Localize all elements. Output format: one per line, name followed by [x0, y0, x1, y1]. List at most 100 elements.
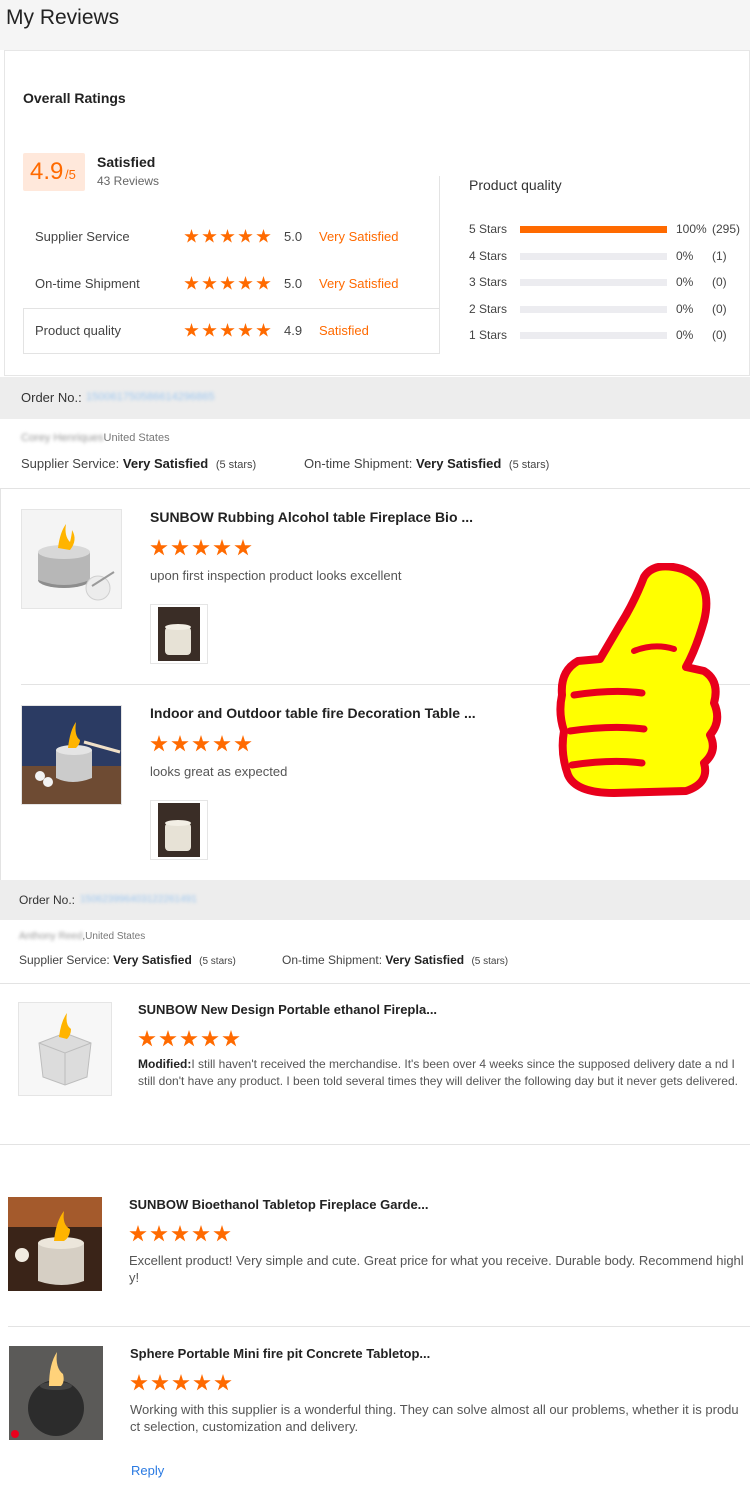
- rating-score: 4.9: [284, 323, 303, 338]
- star-icon: [150, 539, 168, 556]
- quality-row-percent: 0%: [676, 248, 694, 263]
- product-title[interactable]: Indoor and Outdoor table fire Decoration…: [150, 705, 476, 721]
- product-stars: [130, 1374, 232, 1392]
- product-image[interactable]: [9, 1346, 103, 1440]
- reviewer-country: United States: [103, 432, 170, 444]
- star-icon: [192, 735, 210, 752]
- thumbs-up-icon: [556, 563, 722, 797]
- star-icon: [220, 323, 235, 337]
- order-shipment-summary: On-time Shipment: Very Satisfied (5 star…: [304, 456, 549, 471]
- star-icon: [180, 1030, 198, 1047]
- star-icon: [220, 229, 235, 243]
- quality-bar: [520, 279, 667, 286]
- review-text: Excellent product! Very simple and cute.…: [129, 1253, 744, 1285]
- star-icon: [256, 229, 271, 243]
- supplier-value: Very Satisfied: [113, 953, 192, 967]
- quality-heading: Product quality: [469, 177, 562, 193]
- quality-row-label: 5 Stars: [469, 222, 508, 236]
- product-title[interactable]: Sphere Portable Mini fire pit Concrete T…: [130, 1346, 430, 1361]
- quality-row: 1 Stars 0% (0): [469, 328, 747, 344]
- review-text: looks great as expected: [150, 764, 288, 779]
- product-stars: [138, 1030, 240, 1048]
- star-icon: [192, 1225, 210, 1242]
- rating-label: On-time Shipment: [35, 276, 140, 291]
- rating-row-quality[interactable]: Product quality 4.9 Satisfied: [35, 322, 435, 342]
- divider: [8, 1326, 750, 1327]
- star-icon: [202, 229, 217, 243]
- supplier-stars: (5 stars): [199, 956, 236, 967]
- star-icon: [138, 1030, 156, 1047]
- quality-row-label: 2 Stars: [469, 301, 508, 316]
- quality-bar: [520, 226, 667, 233]
- photo-image-icon: [158, 803, 200, 857]
- rating-row-supplier: Supplier Service 5.0 Very Satisfied: [35, 228, 435, 248]
- product-image[interactable]: [21, 705, 122, 805]
- overall-verdict: Satisfied: [97, 154, 156, 170]
- star-icon: [202, 276, 217, 290]
- star-icon: [238, 323, 253, 337]
- shipment-value: Very Satisfied: [416, 456, 502, 471]
- quality-row: 2 Stars 0% (0): [469, 302, 747, 318]
- star-icon: [171, 1225, 189, 1242]
- supplier-stars: (5 stars): [215, 459, 257, 471]
- quality-row-percent: 0%: [676, 301, 694, 316]
- star-icon: [192, 539, 210, 556]
- fireplace-image-icon: [8, 1197, 102, 1291]
- star-icon: [256, 323, 271, 337]
- order-label: Order No.:: [21, 390, 82, 405]
- star-icon: [151, 1374, 169, 1391]
- star-icon: [150, 1225, 168, 1242]
- order-service-summary: Supplier Service: Very Satisfied (5 star…: [19, 953, 236, 967]
- quality-row-label: 4 Stars: [469, 248, 508, 263]
- star-icon: [129, 1225, 147, 1242]
- rating-stars: [184, 323, 271, 338]
- order-number[interactable]: 150623996403122261491: [80, 894, 197, 905]
- review-text: Working with this supplier is a wonderfu…: [130, 1402, 739, 1434]
- quality-bar-fill: [520, 226, 667, 233]
- star-icon: [184, 276, 199, 290]
- product-image[interactable]: [18, 1002, 112, 1096]
- rating-stars: [184, 276, 271, 291]
- page-title: My Reviews: [6, 6, 120, 29]
- rating-row-shipment: On-time Shipment 5.0 Very Satisfied: [35, 275, 435, 295]
- review-photo[interactable]: [150, 604, 208, 664]
- photo-image-icon: [158, 607, 200, 661]
- quality-row-count: (295): [712, 222, 741, 236]
- quality-row-percent: 0%: [676, 328, 694, 342]
- review-photo[interactable]: [150, 800, 208, 860]
- reviewer-name: Anthony Reed: [19, 931, 83, 942]
- reply-link[interactable]: Reply: [131, 1463, 164, 1478]
- rating-verdict: Very Satisfied: [319, 229, 399, 244]
- star-icon: [150, 735, 168, 752]
- star-icon: [184, 323, 199, 337]
- order-number[interactable]: 150061750586614296865: [86, 391, 214, 403]
- quality-row: 5 Stars 100% (295): [469, 222, 747, 238]
- modified-label: Modified:: [138, 1057, 192, 1071]
- order-header: Order No.: 150061750586614296865: [0, 377, 750, 419]
- order-shipment-summary: On-time Shipment: Very Satisfied (5 star…: [282, 953, 508, 967]
- rating-score: 5.0: [284, 276, 303, 291]
- rating-label: Supplier Service: [35, 229, 130, 244]
- quality-bar: [520, 332, 667, 339]
- product-stars: [150, 539, 252, 557]
- review-body: I still haven't received the merchandise…: [138, 1057, 738, 1088]
- review-text: upon first inspection product looks exce…: [150, 568, 402, 583]
- product-title[interactable]: SUNBOW Rubbing Alcohol table Fireplace B…: [150, 509, 473, 525]
- product-image[interactable]: [8, 1197, 102, 1291]
- review-text: Modified:I still haven't received the me…: [138, 1056, 745, 1090]
- product-title[interactable]: SUNBOW New Design Portable ethanol Firep…: [138, 1002, 437, 1017]
- star-icon: [202, 323, 217, 337]
- star-icon: [220, 276, 235, 290]
- rating-label: Product quality: [35, 323, 121, 338]
- star-icon: [171, 539, 189, 556]
- order-service-summary: Supplier Service: Very Satisfied (5 star…: [21, 456, 256, 471]
- product-title[interactable]: SUNBOW Bioethanol Tabletop Fireplace Gar…: [129, 1197, 429, 1212]
- rating-verdict: Satisfied: [319, 323, 369, 338]
- quality-row-label: 3 Stars: [469, 275, 508, 289]
- shipment-value: Very Satisfied: [385, 953, 465, 967]
- rating-stars: [184, 229, 271, 244]
- fireplace-image-icon: [22, 706, 121, 804]
- product-stars: [150, 735, 252, 753]
- product-image[interactable]: [21, 509, 122, 609]
- order-label: Order No.:: [19, 893, 76, 907]
